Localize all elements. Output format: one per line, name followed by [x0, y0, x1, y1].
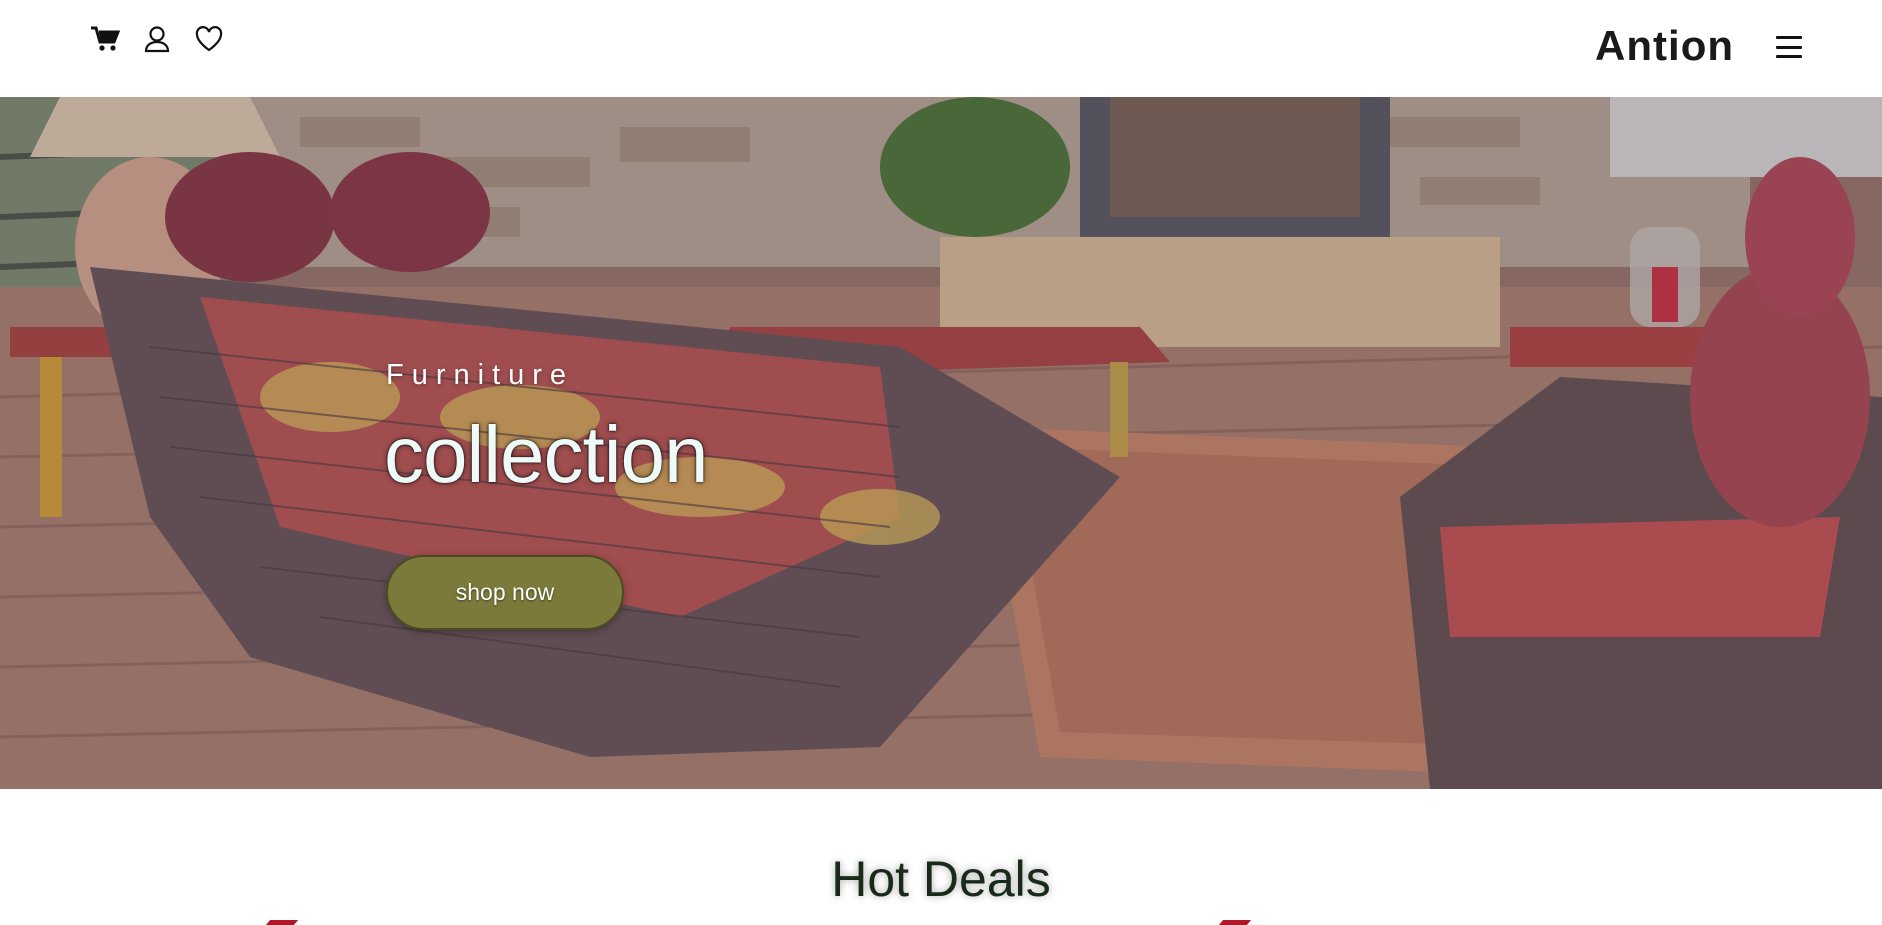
deal-card-accent [265, 920, 299, 925]
hero-banner: Furniture collection shop now [0, 97, 1882, 789]
hamburger-menu-icon[interactable] [1774, 33, 1804, 61]
hero-eyebrow: Furniture [386, 359, 575, 391]
user-icon[interactable] [142, 24, 172, 54]
deal-card-accent [1218, 920, 1252, 925]
brand-logo[interactable]: Antion [1595, 22, 1734, 70]
hot-deals-heading: Hot Deals [831, 851, 1051, 907]
header-icon-group [90, 24, 224, 54]
hero-overlay [0, 97, 1882, 789]
heart-icon[interactable] [194, 24, 224, 54]
hero-title: collection [384, 410, 709, 499]
cart-icon[interactable] [90, 24, 120, 54]
site-header: Antion [0, 0, 1882, 97]
shop-now-button[interactable]: shop now [386, 555, 624, 630]
